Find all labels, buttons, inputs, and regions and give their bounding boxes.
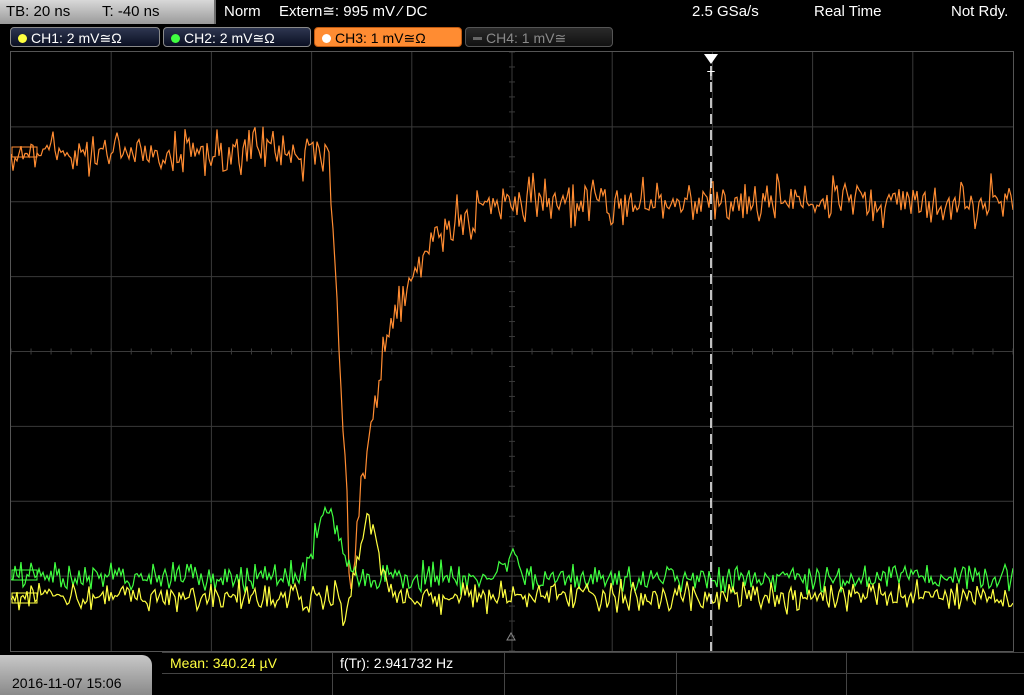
trigger-marker-label: T: [707, 68, 715, 83]
separator: [214, 0, 216, 24]
ch2-color-icon: [171, 34, 180, 43]
trigger-position-label: T: -40 ns: [102, 3, 160, 20]
trigger-setting[interactable]: Extern≅: 995 mV ⁄ DC: [279, 0, 427, 24]
acquisition-type[interactable]: Real Time: [814, 0, 882, 24]
ch1-label: CH1: 2 mV≅Ω: [31, 30, 122, 46]
channel-tab-ch2[interactable]: CH2: 2 mV≅Ω: [163, 27, 311, 47]
trigger-arrow-icon: [704, 54, 718, 64]
channel-tab-ch1[interactable]: CH1: 2 mV≅Ω: [10, 27, 160, 47]
sample-rate[interactable]: 2.5 GSa/s: [692, 0, 759, 24]
measurement-divider: [504, 652, 505, 695]
waveform-display[interactable]: T: [10, 51, 1014, 652]
date-time: 2016-11-07 15:06: [12, 675, 122, 691]
measurement-divider: [332, 652, 333, 695]
ch1-color-icon: [18, 34, 27, 43]
channel-tab-ch4[interactable]: CH4: 1 mV≅: [465, 27, 613, 47]
ch3-color-icon: [322, 34, 331, 43]
date-time-box[interactable]: 2016-11-07 15:06: [0, 655, 152, 695]
measurement-divider: [162, 673, 1024, 674]
channel-tab-ch3[interactable]: CH3: 1 mV≅Ω: [314, 27, 462, 47]
frequency-measurement[interactable]: f(Tr): 2.941732 Hz: [340, 653, 453, 673]
measurement-divider: [846, 652, 847, 695]
ch4-label: CH4: 1 mV≅: [486, 30, 567, 46]
measurement-divider: [162, 652, 1024, 653]
channel-bar: CH1: 2 mV≅Ω CH2: 2 mV≅Ω CH3: 1 mV≅Ω CH4:…: [0, 25, 1024, 49]
run-status: Not Rdy.: [951, 3, 1009, 20]
mean-measurement[interactable]: Mean: 340.24 µV: [170, 653, 277, 673]
ch4-color-icon: [473, 37, 482, 40]
graticule-grid: [11, 52, 1013, 651]
timebase-label: TB: 20 ns: [6, 3, 71, 20]
ch2-label: CH2: 2 mV≅Ω: [184, 30, 275, 46]
acquisition-mode[interactable]: Norm: [224, 0, 261, 24]
measurement-bar: 2016-11-07 15:06 Mean: 340.24 µV f(Tr): …: [0, 652, 1024, 695]
timebase-box[interactable]: TB: 20 ns T: -40 ns: [0, 0, 214, 24]
measurement-divider: [676, 652, 677, 695]
status-bar: TB: 20 ns T: -40 ns Norm Extern≅: 995 mV…: [0, 0, 1024, 24]
ch3-label: CH3: 1 mV≅Ω: [335, 30, 426, 46]
waveform-graticule: T: [11, 52, 1013, 651]
